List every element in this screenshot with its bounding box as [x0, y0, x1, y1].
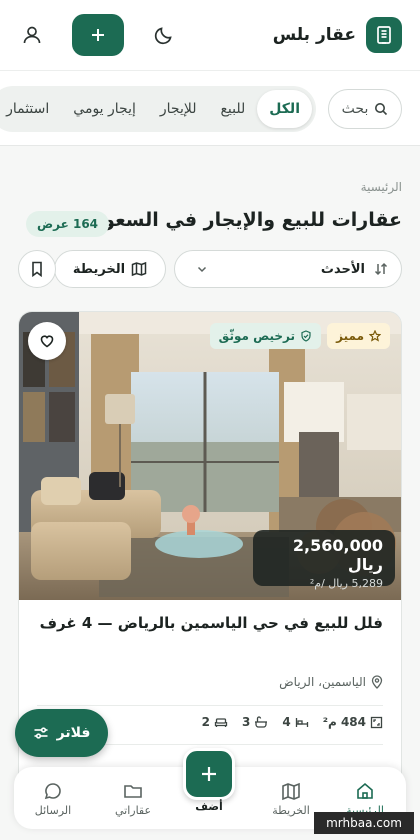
map-view-button[interactable]: الخريطة: [54, 250, 166, 288]
page-title: عقارات للبيع والإيجار في السعودية: [74, 209, 402, 231]
tab-all[interactable]: الكل: [257, 90, 312, 128]
tab-for-sale[interactable]: للبيع: [208, 90, 257, 128]
chat-bubble-icon: [44, 783, 61, 800]
living-value: 2: [201, 715, 210, 729]
price-per-meter: 5,289 ريال /م²: [309, 577, 383, 590]
home-icon: [357, 782, 373, 799]
property-title[interactable]: فلل للبيع في حي الياسمين بالرياض — 4 غرف: [40, 614, 383, 632]
area-icon: [370, 716, 383, 728]
profile-button[interactable]: [18, 21, 46, 49]
breadcrumb[interactable]: الرئيسية: [361, 180, 402, 194]
nav-messages-label: الرسائل: [34, 804, 72, 817]
map-icon: [282, 782, 300, 801]
nav-add-label: أضف: [195, 800, 223, 813]
sort-select[interactable]: الأحدث: [174, 250, 402, 288]
plus-icon: [202, 767, 216, 781]
filters-button[interactable]: فلاتر: [15, 709, 108, 757]
rooms-feature: 4: [282, 715, 308, 729]
search-button[interactable]: بحث: [328, 89, 402, 129]
brand[interactable]: عقار بلس: [273, 17, 402, 53]
featured-label: مميز: [336, 329, 364, 343]
saved-search-button[interactable]: [18, 250, 56, 288]
tab-group: الكل للبيع للإيجار إيجار يومي استثمار: [0, 86, 316, 132]
map-label: الخريطة: [72, 261, 126, 277]
nav-my-properties[interactable]: عقاراتي: [98, 781, 168, 817]
sofa-icon: [214, 718, 228, 727]
moon-icon: [154, 27, 172, 45]
tab-investment[interactable]: استثمار: [0, 90, 61, 128]
property-location: الياسمين، الرياض: [279, 675, 383, 689]
shield-check-icon: [301, 330, 311, 342]
sort-value: الأحدث: [320, 261, 365, 277]
location-label: الياسمين، الرياض: [279, 675, 366, 689]
star-icon: [369, 330, 381, 342]
price: 2,560,000 ريال: [292, 536, 383, 574]
license-label: ترخيص موثّق: [218, 329, 295, 343]
search-icon: [375, 103, 388, 116]
filters-label: فلاتر: [56, 725, 91, 741]
heart-icon: [40, 335, 54, 348]
tab-daily-rent[interactable]: إيجار يومي: [61, 90, 148, 128]
results-count-badge: 164 عرض: [26, 211, 110, 237]
nav-my-properties-label: عقاراتي: [114, 804, 152, 817]
map-icon: [131, 261, 147, 277]
building-icon: [366, 17, 402, 53]
nav-messages[interactable]: الرسائل: [18, 781, 88, 817]
property-features: 484 م² 4 3 2: [202, 715, 383, 729]
area-feature: 484 م²: [323, 715, 383, 729]
nav-map-label: الخريطة: [272, 804, 310, 817]
price-box: 2,560,000 ريال 5,289 ريال /م²: [253, 530, 395, 590]
sort-icon: [374, 262, 388, 276]
rooms-value: 4: [282, 715, 291, 729]
bed-icon: [295, 718, 308, 727]
bath-icon: [255, 716, 268, 728]
sliders-icon: [34, 727, 48, 739]
divider: [37, 705, 383, 706]
user-icon: [23, 26, 41, 44]
app-header: عقار بلس: [0, 0, 420, 70]
location-pin-icon: [371, 675, 383, 689]
search-label: بحث: [341, 101, 369, 117]
featured-badge: مميز: [327, 323, 390, 349]
folder-icon: [124, 785, 142, 798]
baths-value: 3: [241, 715, 251, 729]
plus-icon: [92, 29, 104, 41]
baths-feature: 3: [242, 715, 268, 729]
add-property-button[interactable]: [72, 14, 124, 56]
area-value: 484 م²: [322, 715, 366, 729]
filter-tabs-bar: بحث الكل للبيع للإيجار إيجار يومي استثما…: [0, 70, 420, 146]
theme-toggle-button[interactable]: [150, 21, 178, 49]
brand-name: عقار بلس: [272, 25, 356, 45]
bookmark-icon: [32, 261, 42, 277]
license-badge: ترخيص موثّق: [209, 323, 321, 349]
nav-add-button[interactable]: [183, 748, 235, 800]
chevron-down-icon: [195, 262, 209, 276]
favorite-button[interactable]: [28, 322, 66, 360]
tab-for-rent[interactable]: للإيجار: [148, 90, 209, 128]
header-actions: [18, 14, 178, 56]
living-feature: 2: [202, 715, 228, 729]
watermark: mrhbaa.com: [314, 812, 414, 834]
